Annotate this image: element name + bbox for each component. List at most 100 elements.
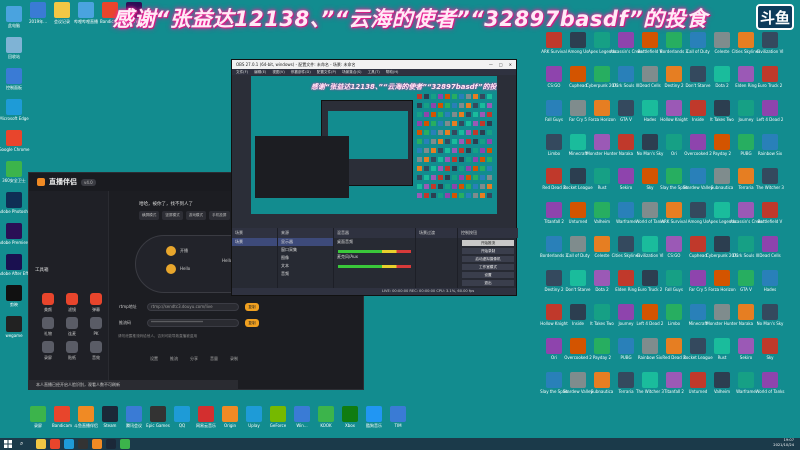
desktop-shortcut[interactable]: 剪映 <box>0 285 30 315</box>
desktop-shortcut[interactable]: Adobe Premiere <box>0 223 30 253</box>
source-item[interactable]: 图像 <box>278 254 333 262</box>
copy-rtmp-button[interactable]: 复制 <box>245 303 259 311</box>
rtmp-field[interactable]: rtmp://sendtc3.douyu.com/live <box>147 303 239 311</box>
menu-edit[interactable]: 编辑(E) <box>254 69 266 75</box>
game-icon <box>762 270 778 286</box>
rtmp-row: rtmp地址 rtmp://sendtc3.douyu.com/live 复制 <box>119 303 259 311</box>
flow-node-hello[interactable] <box>166 264 176 274</box>
desktop-shortcut[interactable]: Left 4 Dead 2 <box>754 100 786 130</box>
desktop-shortcut[interactable]: Google Chrome <box>0 130 30 160</box>
taskbar-app-icon[interactable] <box>92 439 102 449</box>
desktop-shortcut[interactable]: 360安全卫士 <box>0 161 30 191</box>
menu-help[interactable]: 帮助(H) <box>386 69 399 75</box>
tab-game[interactable]: 游戏模式 <box>185 211 207 220</box>
preview-mini-icon <box>466 148 471 153</box>
flow-node-hello-label: Hello <box>180 266 191 271</box>
exit-button[interactable]: 退出 <box>462 280 514 286</box>
desktop-shortcut[interactable]: Rainbow Six <box>754 134 786 164</box>
preview-mini-icon <box>445 94 450 99</box>
desktop-shortcut[interactable]: World of Tanks <box>754 372 786 402</box>
app-icon <box>270 406 286 422</box>
desktop-shortcut[interactable]: TIM <box>382 406 414 436</box>
toolbox-item[interactable]: 滤镜 <box>61 293 83 313</box>
start-recording-button[interactable]: 开始录制 <box>462 248 514 254</box>
taskbar-app-icon[interactable] <box>120 439 130 449</box>
menu-tools[interactable]: 工具(T) <box>368 69 380 75</box>
tab-phone[interactable]: 手机投屏 <box>209 211 230 220</box>
desktop-shortcut[interactable]: 控制面板 <box>0 68 30 98</box>
obs-close-icon[interactable]: ✕ <box>509 60 512 69</box>
shortcut-label: Civilization VI <box>756 49 784 54</box>
system-tray-clock[interactable]: 19:07 2021/10/24 <box>773 438 794 448</box>
taskbar-app-icon[interactable] <box>106 439 116 449</box>
source-item[interactable]: 文本 <box>278 262 333 270</box>
volume-tool[interactable]: 音量 <box>210 356 218 362</box>
game-icon <box>642 236 658 252</box>
taskbar-app-icon[interactable] <box>36 439 46 449</box>
desktop-shortcut[interactable]: 回收站 <box>0 37 30 67</box>
source-item[interactable]: 音频 <box>278 270 333 278</box>
obs-preview[interactable]: 感谢“张益达12138、”“云海的使者”“32897basdf”的投食 <box>251 76 497 214</box>
desktop-shortcut[interactable]: Battlefield V <box>754 202 786 232</box>
menu-docks[interactable]: 停靠部件(D) <box>291 69 311 75</box>
toolbox-item[interactable]: 美颜 <box>37 293 59 313</box>
menu-file[interactable]: 文件(F) <box>236 69 248 75</box>
preview-mini-icon <box>424 157 429 162</box>
push-tool[interactable]: 推流 <box>170 356 178 362</box>
game-icon <box>738 236 754 252</box>
desktop-shortcut[interactable]: Adobe Photoshop <box>0 192 30 222</box>
share-tool[interactable]: 分享 <box>190 356 198 362</box>
game-icon <box>570 270 586 286</box>
toolbox-item[interactable]: 贴纸 <box>61 341 83 361</box>
windows-start-icon[interactable] <box>4 440 12 448</box>
toolbox-item[interactable]: PK <box>85 317 107 336</box>
desktop-shortcut[interactable]: Adobe After Effects 2020 <box>0 254 30 284</box>
toolbox-item[interactable]: 弹幕 <box>85 293 107 313</box>
toolbox-item[interactable]: 音效 <box>85 341 107 361</box>
mic-audio-meter[interactable] <box>338 265 411 268</box>
scene-item[interactable]: 场景 <box>232 238 277 246</box>
desktop-shortcut[interactable]: Microsoft Edge <box>0 99 30 129</box>
preview-mini-icon <box>459 166 464 171</box>
source-item[interactable]: 显示器 <box>278 238 333 246</box>
desktop-shortcut[interactable]: Sky <box>754 338 786 368</box>
tab-portrait[interactable]: 竖屏模式 <box>162 211 183 220</box>
start-streaming-button[interactable]: 开始推流 <box>462 240 514 246</box>
menu-profile[interactable]: 配置文件(P) <box>317 69 336 75</box>
taskbar-app-icon[interactable] <box>78 439 88 449</box>
desktop-shortcut[interactable]: Dead Cells <box>754 236 786 266</box>
game-icon <box>546 202 562 218</box>
shortcut-label: Battlefield V <box>757 219 783 224</box>
game-icon <box>570 32 586 48</box>
record-tool[interactable]: 录制 <box>230 356 238 362</box>
toolbox-item[interactable]: 礼物 <box>37 317 59 337</box>
virtual-camera-button[interactable]: 启动虚拟摄像机 <box>462 256 514 262</box>
taskbar-app-icon[interactable] <box>50 439 60 449</box>
desktop-shortcut[interactable]: No Man's Sky <box>754 304 786 334</box>
taskbar-app-icon[interactable] <box>64 439 74 449</box>
studio-mode-button[interactable]: 工作室模式 <box>462 264 514 270</box>
source-item[interactable]: 窗口采集 <box>278 246 333 254</box>
preview-mini-icon <box>452 103 457 108</box>
copy-key-button[interactable]: 复制 <box>245 319 259 327</box>
toolbox-item[interactable]: 连麦 <box>61 317 83 337</box>
search-icon[interactable]: ⌕ <box>20 440 28 448</box>
stream-key-field[interactable]: ************************** <box>147 319 239 327</box>
desktop-shortcut[interactable]: wegame <box>0 316 30 346</box>
shortcut-label: Microsoft Edge <box>0 116 29 121</box>
menu-scene-collection[interactable]: 场景集合(S) <box>342 69 361 75</box>
desktop-shortcut[interactable]: Civilization VI <box>754 32 786 62</box>
obs-minimize-icon[interactable]: — <box>489 60 493 69</box>
flow-node-start[interactable] <box>166 246 176 256</box>
toolbox-item[interactable]: 录屏 <box>37 341 59 361</box>
desktop-shortcut[interactable]: The Witcher 3 <box>754 168 786 198</box>
menu-view[interactable]: 视图(V) <box>272 69 284 75</box>
obs-maximize-icon[interactable]: □ <box>499 60 503 69</box>
preview-mini-icon <box>431 112 436 117</box>
preview-mini-icon <box>480 112 485 117</box>
settings-tool[interactable]: 设置 <box>150 356 158 362</box>
settings-button[interactable]: 设置 <box>462 272 514 278</box>
desktop-shortcut[interactable]: Hades <box>754 270 786 300</box>
tab-landscape[interactable]: 横屏模式 <box>139 211 160 220</box>
desktop-shortcut[interactable]: Euro Truck 2 <box>754 66 786 96</box>
